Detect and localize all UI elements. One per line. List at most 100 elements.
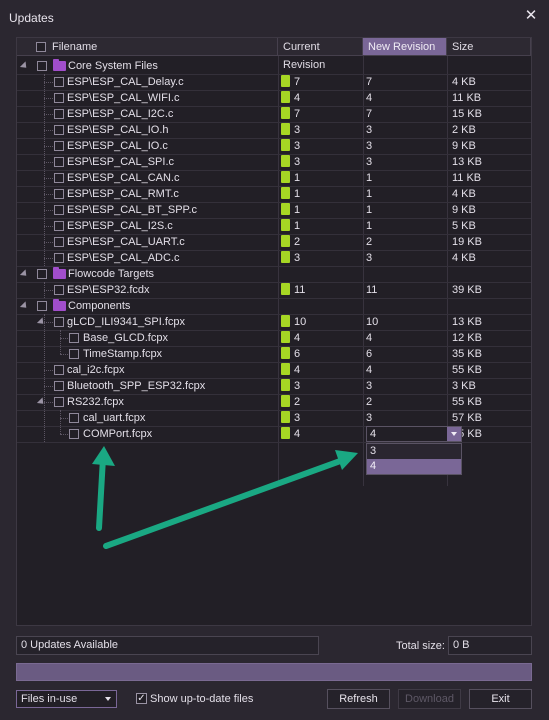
file-row[interactable]: ESP\ESP_CAL_Delay.c 7 7 4 KB: [17, 74, 531, 90]
file-checkbox[interactable]: [54, 285, 64, 295]
file-checkbox[interactable]: [54, 317, 64, 327]
tree-connector: [44, 178, 53, 179]
group-checkbox[interactable]: [37, 269, 47, 279]
dropdown-option[interactable]: 3: [367, 444, 461, 459]
tree-group-row[interactable]: Core System Files: [17, 58, 531, 74]
tree-connector: [44, 282, 45, 298]
file-checkbox[interactable]: [54, 397, 64, 407]
file-row[interactable]: ESP\ESP_CAL_BT_SPP.c 1 1 9 KB: [17, 202, 531, 218]
revision-badge: [281, 427, 290, 439]
revision-badge: [281, 155, 290, 167]
revision-badge: [281, 251, 290, 263]
file-checkbox[interactable]: [69, 429, 79, 439]
header-size[interactable]: Size: [447, 38, 531, 56]
revision-badge: [281, 331, 290, 343]
file-row[interactable]: cal_uart.fcpx 3 3 57 KB: [17, 410, 531, 426]
exit-button[interactable]: Exit: [469, 689, 532, 709]
file-row[interactable]: ESP\ESP_CAL_IO.c 3 3 9 KB: [17, 138, 531, 154]
close-icon[interactable]: ✕: [521, 6, 541, 26]
file-row[interactable]: gLCD_ILI9341_SPI.fcpx 10 10 13 KB: [17, 314, 531, 330]
download-progress-bar: [16, 663, 532, 681]
file-checkbox[interactable]: [54, 365, 64, 375]
chevron-down-icon[interactable]: [447, 427, 461, 441]
new-revision: 1: [366, 188, 373, 200]
header-filename[interactable]: Filename: [17, 38, 278, 56]
file-size: 55 KB: [452, 428, 482, 440]
file-row[interactable]: ESP\ESP_CAL_SPI.c 3 3 13 KB: [17, 154, 531, 170]
file-row[interactable]: ESP\ESP_CAL_ADC.c 3 3 4 KB: [17, 250, 531, 266]
new-revision-select[interactable]: 4: [366, 426, 462, 442]
file-row[interactable]: cal_i2c.fcpx 4 4 55 KB: [17, 362, 531, 378]
file-row[interactable]: Bluetooth_SPP_ESP32.fcpx 3 3 3 KB: [17, 378, 531, 394]
tree-connector: [60, 330, 61, 354]
header-current-revision[interactable]: Current Revision: [278, 38, 363, 71]
total-size-label: Total size:: [396, 640, 445, 652]
file-row[interactable]: ESP\ESP_CAL_I2C.c 7 7 15 KB: [17, 106, 531, 122]
file-row[interactable]: ESP\ESP_CAL_UART.c 2 2 19 KB: [17, 234, 531, 250]
file-size: 39 KB: [452, 284, 482, 296]
file-checkbox[interactable]: [69, 413, 79, 423]
tree-group-row[interactable]: Flowcode Targets: [17, 266, 531, 282]
new-revision-dropdown[interactable]: 34: [366, 443, 462, 475]
file-checkbox[interactable]: [69, 349, 79, 359]
group-checkbox[interactable]: [37, 61, 47, 71]
file-size: 3 KB: [452, 380, 476, 392]
file-checkbox[interactable]: [54, 77, 64, 87]
file-checkbox[interactable]: [54, 109, 64, 119]
current-revision: 3: [281, 138, 363, 154]
file-checkbox[interactable]: [54, 125, 64, 135]
file-name: cal_uart.fcpx: [83, 412, 146, 424]
file-size: 35 KB: [452, 348, 482, 360]
file-size: 4 KB: [452, 252, 476, 264]
file-checkbox[interactable]: [54, 253, 64, 263]
file-size: 4 KB: [452, 188, 476, 200]
file-row[interactable]: ESP\ESP_CAL_IO.h 3 3 2 KB: [17, 122, 531, 138]
file-checkbox[interactable]: [54, 205, 64, 215]
current-revision-value: 10: [294, 316, 307, 328]
file-row[interactable]: RS232.fcpx 2 2 55 KB: [17, 394, 531, 410]
tree-group-row[interactable]: Components: [17, 298, 531, 314]
expand-triangle-icon[interactable]: [19, 269, 30, 279]
file-row[interactable]: ESP\ESP32.fcdx 11 11 39 KB: [17, 282, 531, 298]
file-size: 11 KB: [452, 172, 482, 184]
file-checkbox[interactable]: [69, 333, 79, 343]
file-checkbox[interactable]: [54, 93, 64, 103]
revision-badge: [281, 171, 290, 183]
file-row[interactable]: ESP\ESP_CAL_RMT.c 1 1 4 KB: [17, 186, 531, 202]
file-row[interactable]: ESP\ESP_CAL_CAN.c 1 1 11 KB: [17, 170, 531, 186]
file-row[interactable]: TimeStamp.fcpx 6 6 35 KB: [17, 346, 531, 362]
group-checkbox[interactable]: [37, 301, 47, 311]
file-checkbox[interactable]: [54, 141, 64, 151]
refresh-button[interactable]: Refresh: [327, 689, 390, 709]
file-row[interactable]: Base_GLCD.fcpx 4 4 12 KB: [17, 330, 531, 346]
file-checkbox[interactable]: [54, 381, 64, 391]
dropdown-option[interactable]: 4: [367, 459, 461, 474]
expand-triangle-icon[interactable]: [19, 61, 30, 71]
expand-triangle-icon[interactable]: [19, 301, 30, 311]
file-checkbox[interactable]: [54, 221, 64, 231]
file-row[interactable]: ESP\ESP_CAL_I2S.c 1 1 5 KB: [17, 218, 531, 234]
tree-connector: [44, 146, 53, 147]
show-uptodate-label[interactable]: Show up-to-date files: [150, 693, 253, 705]
new-revision: 2: [366, 396, 373, 408]
files-filter-select[interactable]: Files in-use: [16, 690, 117, 708]
show-uptodate-checkbox[interactable]: ✓: [136, 693, 147, 704]
new-revision: 4: [366, 364, 373, 376]
file-row[interactable]: ESP\ESP_CAL_WIFI.c 4 4 11 KB: [17, 90, 531, 106]
file-name: ESP\ESP_CAL_Delay.c: [67, 76, 184, 88]
select-all-checkbox[interactable]: [36, 42, 46, 52]
file-size: 55 KB: [452, 364, 482, 376]
file-checkbox[interactable]: [54, 157, 64, 167]
file-name: ESP\ESP_CAL_ADC.c: [67, 252, 180, 264]
revision-badge: [281, 315, 290, 327]
new-revision: 3: [366, 380, 373, 392]
header-new-revision[interactable]: New Revision: [363, 38, 447, 56]
current-revision-value: 3: [294, 412, 301, 424]
tree-connector: [44, 258, 53, 259]
file-checkbox[interactable]: [54, 237, 64, 247]
current-revision: 3: [281, 154, 363, 170]
file-checkbox[interactable]: [54, 173, 64, 183]
download-button[interactable]: Download: [398, 689, 461, 709]
file-checkbox[interactable]: [54, 189, 64, 199]
revision-badge: [281, 411, 290, 423]
